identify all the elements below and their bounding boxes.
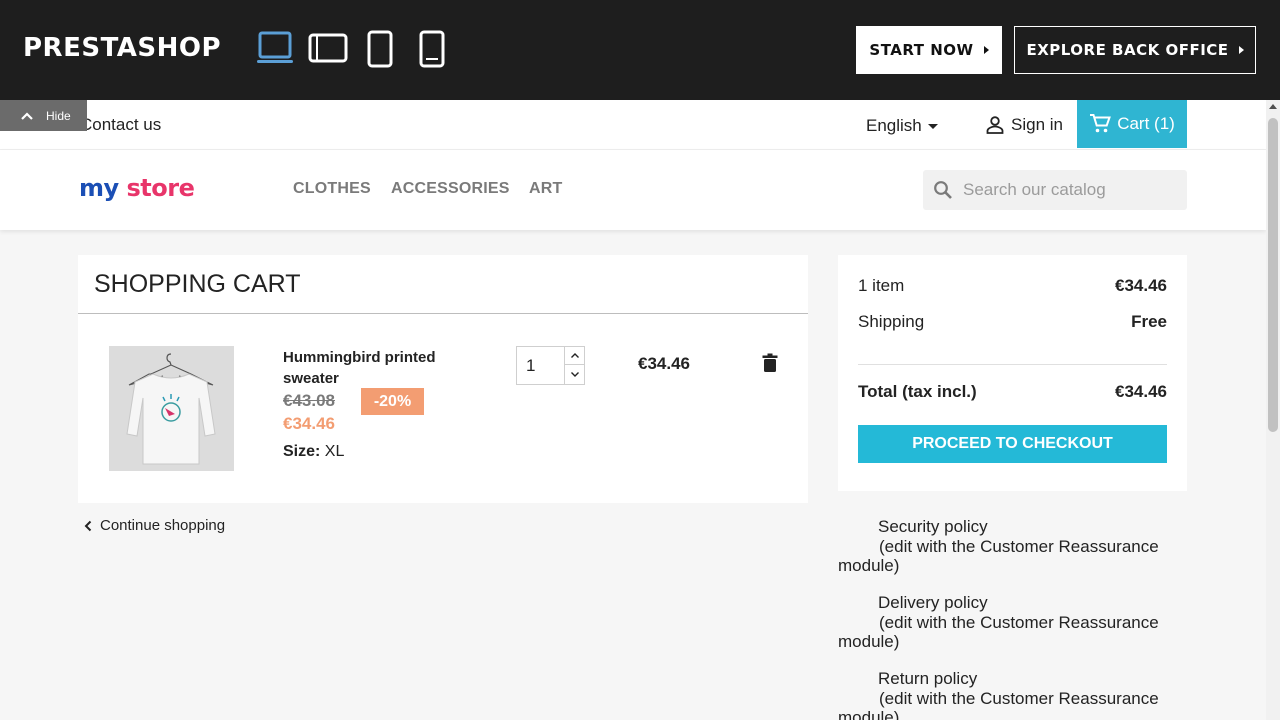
product-image[interactable] [109,346,234,471]
shipping-label: Shipping [858,312,925,331]
language-label: English [866,116,922,135]
reassurance-desc: (edit with the Customer Reassurance modu… [838,688,1159,720]
reassurance-title: Return policy [878,669,978,688]
quantity-stepper [516,346,585,385]
reassurance-security: Security policy (edit with the Customer … [838,517,1168,576]
discounted-price: €34.46 [283,414,335,433]
user-icon [986,116,1004,134]
laptop-icon[interactable] [256,30,294,66]
remove-item-button[interactable] [762,353,778,378]
sign-in-link[interactable]: Sign in [985,115,1063,135]
reassurance-desc: (edit with the Customer Reassurance modu… [838,536,1159,576]
scrollbar-thumb[interactable] [1268,118,1278,432]
discount-badge: -20% [361,388,424,415]
caret-right-icon [1238,46,1244,54]
size-label: Size: [283,443,321,460]
proceed-to-checkout-button[interactable]: PROCEED TO CHECKOUT [858,425,1167,463]
reassurance-title: Security policy [878,517,988,536]
chevron-up-icon [21,111,33,120]
sign-in-label: Sign in [1011,115,1063,134]
total-value: €34.46 [1115,382,1167,401]
continue-shopping-label: Continue shopping [100,517,226,534]
quantity-decrease-button[interactable] [565,365,584,383]
cart-label: Cart (1) [1117,114,1175,133]
store-logo[interactable]: my store [79,174,195,202]
reassurance-title: Delivery policy [878,593,988,612]
regular-price: €43.08 [283,391,335,410]
logo-part-my: my [79,174,119,202]
items-count-label: 1 item [858,276,905,295]
trash-icon [762,353,778,372]
search-box [923,170,1187,210]
cart-divider [78,313,808,314]
reassurance-delivery: Delivery policy (edit with the Customer … [838,593,1168,652]
caret-right-icon [983,46,989,54]
logo-part-store: store [126,174,195,202]
continue-shopping-link[interactable]: Continue shopping [84,517,225,534]
scroll-up-arrow-icon[interactable] [1269,104,1277,109]
search-input[interactable] [963,180,1173,200]
total-label: Total (tax incl.) [858,382,977,401]
summary-items-row: 1 item €34.46 [858,276,1167,296]
explore-back-office-button[interactable]: EXPLORE BACK OFFICE [1014,26,1256,74]
reassurance-return: Return policy (edit with the Customer Re… [838,669,1168,720]
product-name-link[interactable]: Hummingbird printed sweater [283,347,463,389]
menu-item-accessories[interactable]: ACCESSORIES [391,180,510,198]
search-icon [934,181,952,199]
hide-label: Hide [46,108,71,123]
explore-label: EXPLORE BACK OFFICE [1026,41,1229,59]
quantity-input[interactable] [517,347,565,384]
caret-down-icon [927,123,938,129]
start-now-button[interactable]: START NOW [856,26,1002,74]
size-value: XL [324,443,345,460]
reassurance-desc: (edit with the Customer Reassurance modu… [838,612,1159,652]
line-total-price: €34.46 [638,354,690,373]
product-size: Size: XL [283,443,344,461]
menu-item-clothes[interactable]: CLOTHES [293,180,371,198]
summary-shipping-row: Shipping Free [858,312,1167,332]
shipping-value: Free [1131,312,1167,331]
hide-toolbar-button[interactable]: Hide [0,100,87,131]
chevron-up-icon [570,353,579,358]
summary-divider [858,364,1167,365]
prestashop-logo[interactable]: PRESTASHOP [23,33,221,63]
cart-title: SHOPPING CART [94,270,301,298]
contact-us-link[interactable]: Contact us [80,115,161,135]
shopping-cart-icon [1090,114,1112,133]
start-now-label: START NOW [869,41,974,59]
tablet-landscape-icon[interactable] [308,30,348,66]
language-selector[interactable]: English [866,116,938,136]
summary-total-row: Total (tax incl.) €34.46 [858,382,1167,402]
quantity-increase-button[interactable] [565,347,584,365]
tablet-portrait-icon[interactable] [366,30,394,68]
items-subtotal: €34.46 [1115,276,1167,295]
chevron-down-icon [570,371,579,377]
cart-button[interactable]: Cart (1) [1077,100,1187,148]
menu-item-art[interactable]: ART [529,180,562,198]
phone-icon[interactable] [418,30,446,68]
chevron-left-icon [84,520,92,531]
